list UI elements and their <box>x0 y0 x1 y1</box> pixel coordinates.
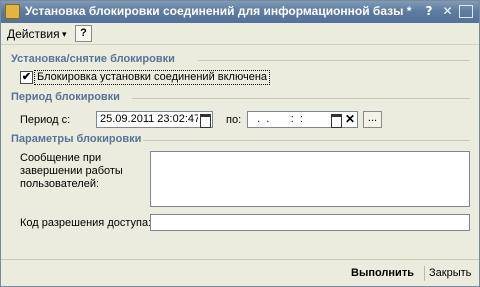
section-period-header: Период блокировки <box>11 91 120 103</box>
period-from-label: Период с: <box>20 114 71 126</box>
help-button[interactable]: ? <box>75 25 92 42</box>
lock-enabled-checkbox[interactable]: ✔ <box>20 71 33 84</box>
clear-icon[interactable]: ✕ <box>343 112 357 127</box>
section-divider <box>143 140 470 141</box>
section-divider <box>132 98 470 99</box>
message-textarea[interactable] <box>150 151 470 207</box>
message-label: Сообщение при завершении работы пользова… <box>20 152 123 190</box>
lock-enabled-label[interactable]: Блокировка установки соединений включена <box>34 70 271 85</box>
app-icon <box>5 4 20 19</box>
section-params-header: Параметры блокировки <box>11 133 142 145</box>
period-to-label: по: <box>226 114 242 126</box>
button-separator <box>424 266 425 281</box>
calendar-icon[interactable] <box>198 112 212 128</box>
title-close-button[interactable]: ✕ <box>439 3 456 20</box>
bottom-bar: Выполнить Закрыть <box>1 259 479 286</box>
period-from-value: 25.09.2011 23:02:47 <box>100 113 201 125</box>
window-title: Установка блокировки соединений для инфо… <box>25 4 412 18</box>
title-help-button[interactable]: ? <box>421 3 437 20</box>
actions-menu-button[interactable]: Действия <box>7 26 60 42</box>
dialog-window: Установка блокировки соединений для инфо… <box>0 0 480 287</box>
period-from-input[interactable]: 25.09.2011 23:02:47 <box>96 111 213 128</box>
access-code-input[interactable] <box>150 214 470 231</box>
period-to-value: . . : : <box>251 113 310 125</box>
chevron-down-icon[interactable]: ▾ <box>62 26 67 42</box>
section-divider <box>198 60 470 61</box>
close-button[interactable]: Закрыть <box>429 265 471 282</box>
run-button[interactable]: Выполнить <box>351 265 414 282</box>
toolbar: Действия ▾ ? <box>1 23 479 45</box>
calendar-icon[interactable] <box>329 112 343 128</box>
section-lock-header: Установка/снятие блокировки <box>11 53 175 65</box>
title-bar[interactable]: Установка блокировки соединений для инфо… <box>1 1 479 23</box>
title-extra-button[interactable] <box>459 5 473 18</box>
select-period-button[interactable]: ... <box>363 111 382 128</box>
access-code-label: Код разрешения доступа: <box>20 217 152 229</box>
